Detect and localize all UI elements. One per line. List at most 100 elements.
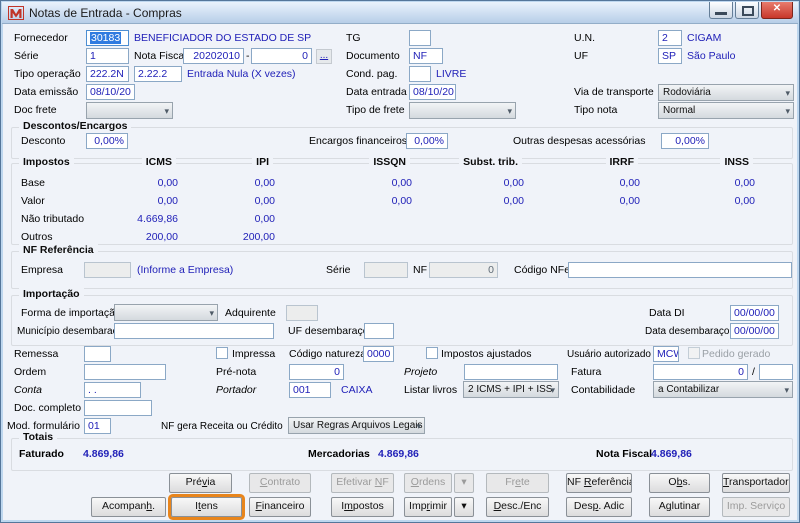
fornecedor-code-value: 30183 bbox=[90, 32, 122, 44]
impostos-cell: 0,00 bbox=[391, 177, 412, 189]
efetivar-nf-button: Efetivar NF bbox=[331, 473, 394, 493]
financeiro-button[interactable]: Financeiro bbox=[249, 497, 311, 517]
empresa-hint-text: (Informe a Empresa) bbox=[137, 264, 234, 276]
remessa-field[interactable] bbox=[84, 346, 111, 362]
doc-completo-label: Doc. completo bbox=[14, 402, 82, 414]
tipo-nota-value: Normal bbox=[663, 105, 696, 116]
forma-importacao-label: Forma de importação bbox=[21, 307, 121, 319]
uf-desembaraco-field[interactable] bbox=[364, 323, 394, 339]
chevron-down-icon: ▾ bbox=[209, 308, 214, 318]
pedido-gerado-checkbox bbox=[688, 347, 700, 359]
conta-field[interactable]: . . bbox=[84, 382, 141, 398]
data-di-label: Data DI bbox=[649, 307, 685, 319]
impostos-cell: 0,00 bbox=[254, 195, 275, 207]
acompanh-button[interactable]: Acompanh. bbox=[91, 497, 166, 517]
impostos-cell: 0,00 bbox=[734, 177, 755, 189]
un-name-text: CIGAM bbox=[687, 32, 722, 44]
forma-importacao-dropdown[interactable]: ▾ bbox=[114, 304, 218, 321]
municipio-desembaraco-field[interactable] bbox=[114, 323, 274, 339]
desc-enc-button[interactable]: Desc./Enc bbox=[486, 497, 549, 517]
tg-label: TG bbox=[346, 32, 361, 44]
usuario-autorizado-field[interactable]: MCW bbox=[653, 346, 679, 362]
impostos-cell: 0,00 bbox=[157, 177, 178, 189]
impostos-ajustados-checkbox[interactable] bbox=[426, 347, 438, 359]
tg-field[interactable] bbox=[409, 30, 431, 46]
contabilidade-dropdown[interactable]: a Contabilizar ▾ bbox=[653, 381, 793, 398]
imprimir-dropdown-arrow[interactable]: ▾ bbox=[454, 497, 474, 517]
projeto-field[interactable] bbox=[464, 364, 558, 380]
data-emissao-field[interactable]: 08/10/20 bbox=[86, 84, 135, 100]
outras-despesas-field[interactable]: 0,00% bbox=[661, 133, 709, 149]
ordem-field[interactable] bbox=[84, 364, 166, 380]
fornecedor-code-field[interactable]: 30183 bbox=[86, 30, 129, 46]
fatura-field[interactable]: 0 bbox=[653, 364, 748, 380]
impostos-cell: 200,00 bbox=[242, 231, 275, 243]
doc-completo-field[interactable] bbox=[84, 400, 152, 416]
uf-label: UF bbox=[574, 50, 588, 62]
chevron-down-icon: ▾ bbox=[461, 500, 467, 512]
fornecedor-label: Fornecedor bbox=[14, 32, 68, 44]
minimize-button[interactable] bbox=[709, 2, 733, 19]
itens-button[interactable]: Itens bbox=[171, 497, 242, 517]
pre-nota-label: Pré-nota bbox=[216, 366, 257, 378]
impostos-cell: 0,00 bbox=[619, 177, 640, 189]
tipo-operacao-desc-text: Entrada Nula (X vezes) bbox=[187, 68, 296, 80]
data-desembaraco-field[interactable]: 00/00/00 bbox=[730, 323, 779, 339]
portador-field[interactable]: 001 bbox=[289, 382, 331, 398]
nota-fiscal-number-field[interactable]: 20202010 bbox=[183, 48, 244, 64]
nota-fiscal-separator: - bbox=[246, 50, 250, 62]
window-controls: ✕ bbox=[709, 2, 793, 19]
remessa-label: Remessa bbox=[14, 348, 59, 360]
window-title: Notas de Entrada - Compras bbox=[29, 5, 182, 20]
fatura-parcela-field[interactable] bbox=[759, 364, 793, 380]
imprimir-button[interactable]: Imprimir bbox=[404, 497, 452, 517]
data-di-field[interactable]: 00/00/00 bbox=[730, 305, 779, 321]
mod-formulario-field[interactable]: 01 bbox=[84, 418, 111, 434]
uf-field[interactable]: SP bbox=[658, 48, 682, 64]
aglutinar-button[interactable]: Aglutinar bbox=[649, 497, 710, 517]
impressa-checkbox[interactable] bbox=[216, 347, 228, 359]
obs-button[interactable]: Obs. bbox=[649, 473, 710, 493]
tipo-frete-dropdown[interactable]: ▾ bbox=[409, 102, 516, 119]
nf-referencia-button[interactable]: NF Referência bbox=[566, 473, 632, 493]
tipo-nota-dropdown[interactable]: Normal ▾ bbox=[658, 102, 794, 119]
contrato-button: Contrato bbox=[249, 473, 311, 493]
desconto-field[interactable]: 0,00% bbox=[86, 133, 128, 149]
doc-frete-dropdown[interactable]: ▾ bbox=[86, 102, 173, 119]
desp-adic-button[interactable]: Desp. Adic bbox=[566, 497, 632, 517]
nf-gera-dropdown[interactable]: Usar Regras Arquivos Legais ▾ bbox=[288, 417, 425, 434]
maximize-button[interactable] bbox=[735, 2, 759, 19]
chevron-down-icon: ▾ bbox=[785, 106, 790, 116]
chevron-down-icon: ▾ bbox=[461, 476, 467, 488]
data-entrada-field[interactable]: 08/10/20 bbox=[409, 84, 456, 100]
codigo-nfe-field[interactable] bbox=[568, 262, 792, 278]
close-icon: ✕ bbox=[772, 3, 782, 14]
impostos-cell: 0,00 bbox=[734, 195, 755, 207]
codigo-natureza-field[interactable]: 0000 bbox=[363, 346, 394, 362]
encargos-field[interactable]: 0,00% bbox=[406, 133, 448, 149]
transportadora-button[interactable]: Transportadora bbox=[722, 473, 790, 493]
impostos-column-header: IRRF bbox=[605, 156, 638, 169]
cond-pag-label: Cond. pag. bbox=[346, 68, 398, 80]
un-field[interactable]: 2 bbox=[658, 30, 682, 46]
nota-fiscal-total-label: Nota Fiscal bbox=[596, 448, 653, 460]
tipo-frete-label: Tipo de frete bbox=[346, 104, 405, 116]
tipo-operacao-cfop-field[interactable]: 2.22.2 bbox=[134, 66, 182, 82]
impostos-button[interactable]: Impostos bbox=[331, 497, 394, 517]
serie-field[interactable]: 1 bbox=[86, 48, 129, 64]
previa-button[interactable]: Prévia bbox=[169, 473, 232, 493]
nota-fiscal-more-button[interactable]: ... bbox=[316, 49, 332, 64]
title-bar: Notas de Entrada - Compras ✕ bbox=[2, 2, 798, 24]
via-transporte-dropdown[interactable]: Rodoviária ▾ bbox=[658, 84, 794, 101]
nota-fiscal-label: Nota Fiscal bbox=[134, 50, 187, 62]
close-button[interactable]: ✕ bbox=[761, 2, 793, 19]
pre-nota-field[interactable]: 0 bbox=[289, 364, 344, 380]
listar-livros-dropdown[interactable]: 2 ICMS + IPI + ISS ▾ bbox=[463, 381, 559, 398]
adquirente-label: Adquirente bbox=[225, 307, 276, 319]
cond-pag-field[interactable] bbox=[409, 66, 431, 82]
nf-gera-value: Usar Regras Arquivos Legais bbox=[293, 420, 423, 431]
codigo-natureza-label: Código natureza bbox=[289, 348, 367, 360]
documento-field[interactable]: NF bbox=[409, 48, 443, 64]
nota-fiscal-suffix-field[interactable]: 0 bbox=[251, 48, 312, 64]
tipo-operacao-code-field[interactable]: 222.2N bbox=[86, 66, 129, 82]
